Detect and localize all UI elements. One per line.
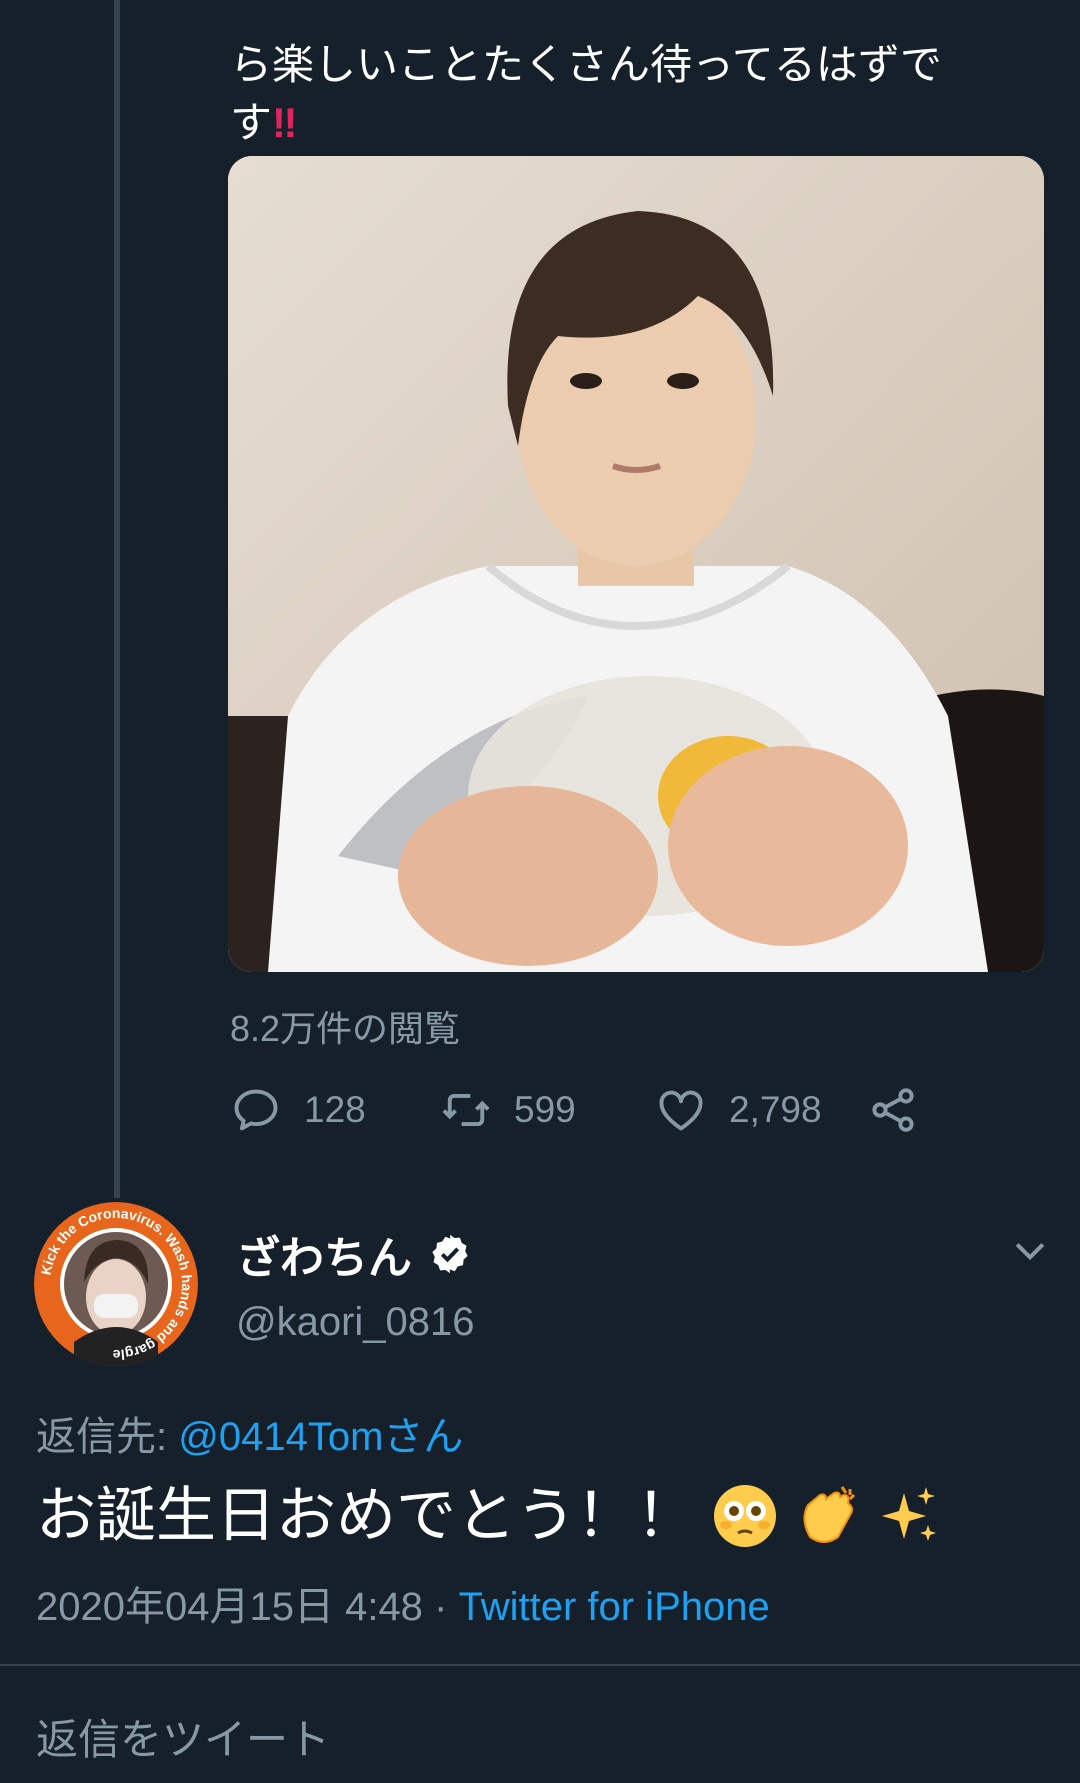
sparkles-emoji [882,1487,936,1541]
timestamp: 2020年04月15日 4:48 · [36,1585,459,1629]
reply-to: 返信先: @0414Tomさん [36,1415,464,1459]
reply-tweet-text: お誕生日おめでとう！！ [36,1478,942,1554]
like-count: 2,798 [729,1089,822,1130]
divider [0,1664,1080,1666]
video-thumbnail [228,156,1044,972]
reply-button[interactable]: 128 [230,1080,366,1140]
share-icon [872,1088,914,1132]
retweet-count: 599 [514,1089,576,1130]
tweet-text-line: ら楽しいことたくさん待ってるはずで [230,41,942,88]
tweet-text-line: す‼ [230,99,298,146]
avatar[interactable]: Kick the Coronavirus. Wash hands and gar… [34,1202,198,1366]
tweet-metadata: 2020年04月15日 4:48 · Twitter for iPhone [36,1574,770,1632]
tweet-media[interactable] [228,156,1044,972]
display-name[interactable]: ざわちん [236,1222,472,1286]
view-count: 8.2万件の閲覧 [230,1008,461,1049]
reply-to-mention[interactable]: @0414Tomさん [178,1415,463,1459]
tweet-actions: 128 599 2,798 [230,1080,1030,1140]
like-button[interactable]: 2,798 [655,1080,822,1140]
chevron-down-icon[interactable] [1008,1228,1052,1272]
reply-icon [234,1089,278,1131]
reply-count: 128 [304,1089,366,1130]
clapping-hands-emoji [803,1486,856,1543]
flushed-face-emoji [714,1485,776,1547]
heart-icon [659,1090,703,1131]
share-button[interactable] [867,1080,919,1140]
thread-line [114,0,120,1198]
retweet-icon [442,1093,490,1127]
double-exclamation-emoji: ‼ [272,99,297,146]
retweet-button[interactable]: 599 [440,1080,576,1140]
user-handle[interactable]: @kaori_0816 [236,1300,475,1345]
tweet-text-continuation: ら楽しいことたくさん待ってるはずで す‼ [230,0,1030,152]
verified-badge-icon [432,1234,468,1274]
source-link[interactable]: Twitter for iPhone [458,1585,769,1629]
reply-input[interactable]: 返信をツイート [36,1706,330,1767]
profile-image: Kick the Coronavirus. Wash hands and gar… [34,1202,198,1366]
